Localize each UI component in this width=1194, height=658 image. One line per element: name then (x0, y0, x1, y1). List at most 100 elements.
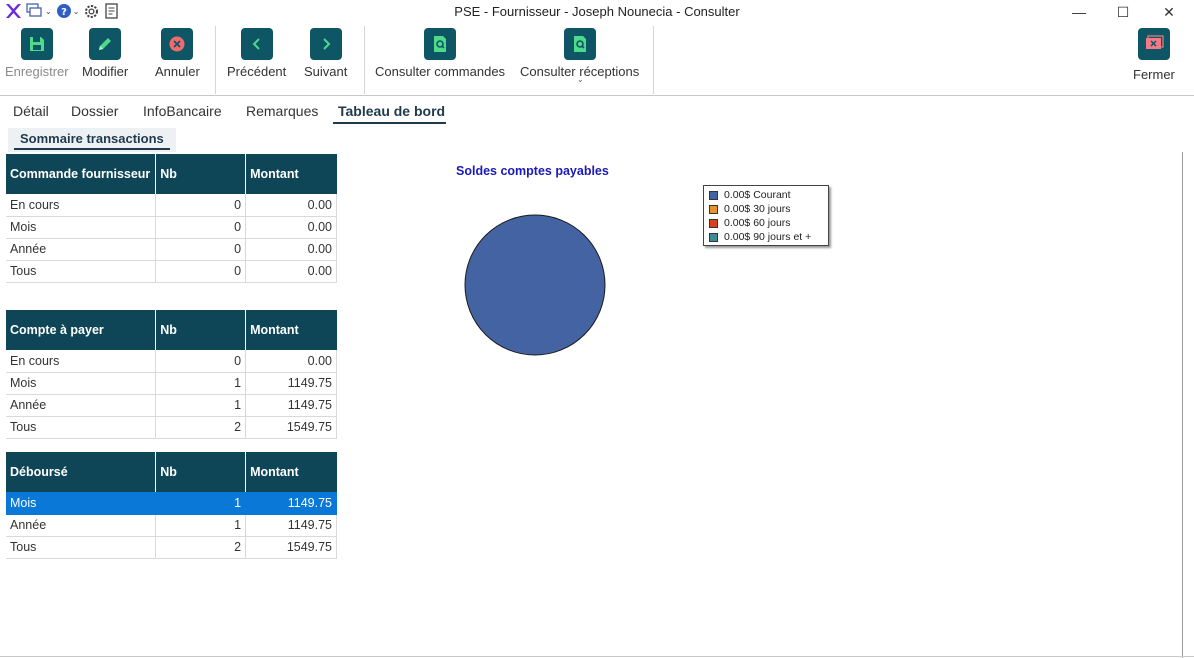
app-logo-icon[interactable] (4, 2, 22, 20)
table-row[interactable]: Tous 0 0.00 (6, 260, 337, 283)
column-header[interactable]: Nb (155, 452, 247, 492)
amount-cell: 1149.75 (245, 394, 337, 417)
amount-cell: 0.00 (245, 260, 337, 283)
window-title: PSE - Fournisseur - Joseph Nounecia - Co… (454, 4, 740, 19)
close-window-button[interactable]: ✕ (1146, 0, 1192, 24)
legend-label: 0.00$ Courant (724, 189, 791, 201)
cancel-button[interactable]: Annuler (155, 28, 200, 79)
ribbon-separator (215, 26, 216, 94)
table-row[interactable]: Mois 0 0.00 (6, 216, 337, 239)
disbursements-table: Déboursé Nb Montant Mois 1 1149.75 Année 1 1… (6, 452, 337, 559)
tab-dossier[interactable]: Dossier (71, 103, 118, 119)
next-button[interactable]: Suivant (304, 28, 347, 79)
amount-cell: 1149.75 (245, 514, 337, 537)
row-label: Année (6, 514, 157, 537)
column-header[interactable]: Nb (155, 310, 247, 350)
row-label: En cours (6, 350, 157, 373)
windows-icon[interactable]: ⌄ (26, 2, 52, 20)
app-window: ⌄ ? ⌄ PSE - Fournisseur - Joseph Nouneci… (0, 0, 1194, 658)
amount-cell: 0.00 (245, 194, 337, 217)
table-row[interactable]: Mois 1 1149.75 (6, 372, 337, 395)
close-form-icon (1137, 28, 1170, 60)
tab-tableau-de-bord[interactable]: Tableau de bord (338, 103, 445, 119)
legend-entry: 0.00$ Courant (709, 188, 823, 202)
pie-slice (464, 214, 606, 356)
view-receipts-button[interactable]: Consulter réceptions (520, 28, 639, 79)
save-button[interactable]: Enregistrer (5, 28, 69, 79)
legend-swatch (709, 204, 718, 214)
minimize-button[interactable]: — (1056, 0, 1102, 24)
tab-remarques[interactable]: Remarques (246, 103, 318, 119)
ribbon-separator (653, 26, 654, 94)
amount-cell: 1549.75 (245, 536, 337, 559)
column-header[interactable]: Commande fournisseur (6, 154, 157, 194)
save-label: Enregistrer (5, 64, 69, 79)
column-header[interactable]: Montant (245, 310, 337, 350)
row-label: Année (6, 394, 157, 417)
column-header[interactable]: Montant (245, 154, 337, 194)
edit-button[interactable]: Modifier (82, 28, 128, 79)
document-search-icon (424, 28, 457, 60)
chart-title: Soldes comptes payables (456, 164, 609, 178)
help-icon[interactable]: ? ⌄ (56, 2, 79, 20)
column-header[interactable]: Déboursé (6, 452, 157, 492)
vertical-scrollbar[interactable] (1182, 152, 1183, 658)
table-row[interactable]: En cours 0 0.00 (6, 350, 337, 373)
row-label: En cours (6, 194, 157, 217)
table-header-row: Déboursé Nb Montant (6, 452, 337, 492)
row-label: Année (6, 238, 157, 261)
cancel-label: Annuler (155, 64, 200, 79)
view-orders-button[interactable]: Consulter commandes (375, 28, 505, 79)
table-row[interactable]: En cours 0 0.00 (6, 194, 337, 217)
column-header[interactable]: Nb (155, 154, 247, 194)
close-form-button[interactable]: Fermer (1133, 28, 1175, 82)
chart-legend: 0.00$ Courant 0.00$ 30 jours 0.00$ 60 jo… (703, 185, 829, 246)
bottom-border (0, 656, 1194, 657)
table-row[interactable]: Année 1 1149.75 (6, 394, 337, 417)
quick-access-toolbar: ⌄ ? ⌄ (4, 2, 120, 20)
amount-cell: 1549.75 (245, 416, 337, 439)
table-header-row: Commande fournisseur Nb Montant (6, 154, 337, 194)
count-cell: 2 (155, 416, 247, 439)
amount-cell: 0.00 (245, 238, 337, 261)
count-cell: 0 (155, 216, 247, 239)
previous-button[interactable]: Précédent (227, 28, 286, 79)
table-row[interactable]: Année 1 1149.75 (6, 514, 337, 537)
legend-label: 0.00$ 60 jours (724, 217, 791, 229)
payables-table: Compte à payer Nb Montant En cours 0 0.00 … (6, 310, 337, 439)
previous-label: Précédent (227, 64, 287, 79)
table-row[interactable]: Année 0 0.00 (6, 238, 337, 261)
maximize-button[interactable]: ☐ (1100, 0, 1146, 24)
amount-cell: 0.00 (245, 216, 337, 239)
count-cell: 0 (155, 238, 247, 261)
active-subtab-indicator (14, 148, 170, 150)
count-cell: 0 (155, 194, 247, 217)
document-icon[interactable] (104, 2, 120, 20)
row-label: Tous (6, 536, 157, 559)
title-bar: ⌄ ? ⌄ PSE - Fournisseur - Joseph Nouneci… (0, 0, 1194, 24)
chevron-down-icon[interactable]: ⌄ (577, 75, 584, 84)
document-search-icon (563, 28, 596, 60)
svg-text:?: ? (61, 7, 67, 18)
table-row[interactable]: Tous 2 1549.75 (6, 536, 337, 559)
count-cell: 1 (155, 372, 247, 395)
column-header[interactable]: Compte à payer (6, 310, 157, 350)
count-cell: 0 (155, 260, 247, 283)
legend-entry: 0.00$ 30 jours (709, 202, 823, 216)
row-label: Mois (6, 492, 157, 515)
amount-cell: 0.00 (245, 350, 337, 373)
chevron-left-icon (240, 28, 273, 60)
column-header[interactable]: Montant (245, 452, 337, 492)
amount-cell: 1149.75 (245, 372, 337, 395)
close-form-label: Fermer (1133, 67, 1175, 82)
edit-label: Modifier (82, 64, 129, 79)
row-label: Tous (6, 260, 157, 283)
settings-icon[interactable] (83, 2, 100, 20)
tab-detail[interactable]: Détail (13, 103, 49, 119)
tab-infobancaire[interactable]: InfoBancaire (143, 103, 222, 119)
pie-chart (464, 214, 606, 356)
legend-entry: 0.00$ 90 jours et + (709, 230, 823, 244)
count-cell: 1 (155, 492, 247, 515)
table-row[interactable]: Tous 2 1549.75 (6, 416, 337, 439)
table-row-selected[interactable]: Mois 1 1149.75 (6, 492, 337, 515)
